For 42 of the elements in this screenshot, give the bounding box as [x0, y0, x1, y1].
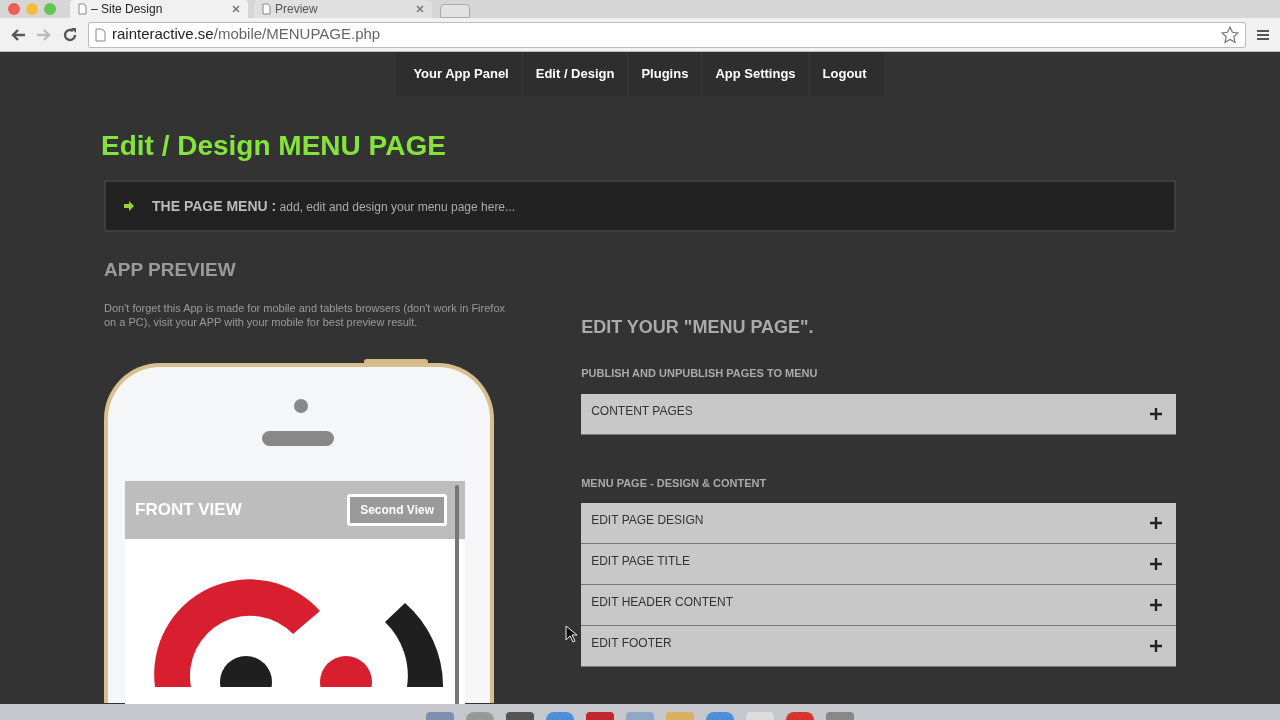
page-icon: [78, 3, 87, 15]
plus-icon: [1150, 407, 1162, 420]
close-tab-icon[interactable]: [416, 5, 424, 13]
page-title: Edit / Design MENU PAGE: [101, 130, 446, 162]
accordion-row[interactable]: EDIT FOOTER: [581, 626, 1176, 667]
nav-link[interactable]: Your App Panel: [400, 52, 523, 96]
speaker-grille: [262, 430, 334, 446]
section-heading: PUBLISH AND UNPUBLISH PAGES TO MENU: [581, 366, 818, 381]
plus-icon: [1150, 517, 1162, 529]
arrow-right-icon: [124, 201, 134, 211]
nav-link[interactable]: App Settings: [702, 52, 810, 96]
plus-icon: [1150, 558, 1162, 570]
mouse-pointer-icon: [565, 625, 577, 643]
editor-title: EDIT YOUR "MENU PAGE".: [581, 316, 814, 339]
nav-link[interactable]: Logout: [809, 52, 880, 96]
close-tab-icon[interactable]: [232, 5, 240, 13]
browser-tab[interactable]: – Site Design: [70, 0, 248, 18]
accordion-row[interactable]: CONTENT PAGES: [581, 393, 1176, 435]
back-icon[interactable]: [10, 27, 26, 42]
accordion-row[interactable]: EDIT PAGE DESIGN: [581, 503, 1176, 544]
camera-icon: [294, 398, 308, 413]
info-text: THE PAGE MENU : add, edit and design your menu page here...: [152, 196, 516, 216]
nav-link[interactable]: Edit / Design: [522, 52, 629, 96]
section-heading: MENU PAGE - DESIGN & CONTENT: [581, 475, 767, 491]
plus-icon: [1150, 640, 1162, 652]
menu-icon[interactable]: [1256, 27, 1270, 42]
page-icon: [95, 27, 106, 42]
section-title: APP PREVIEW: [104, 258, 236, 282]
preview-note: Don't forget this App is made for mobile and tablets browsers (don't work in Firefox on a PC), visit your APP with your mobile for best preview result.: [104, 300, 506, 329]
plus-icon: [1150, 599, 1162, 611]
screen-title: FRONT VIEW: [135, 498, 242, 521]
reload-icon[interactable]: [62, 26, 78, 43]
new-tab-button[interactable]: [440, 4, 470, 18]
address-bar[interactable]: rainteractive.se/mobile/MENUPAGE.php: [88, 21, 1246, 48]
browser-tab[interactable]: Preview: [254, 0, 432, 18]
accordion-row[interactable]: EDIT PAGE TITLE: [581, 544, 1176, 585]
accordion-row[interactable]: EDIT HEADER CONTENT: [581, 585, 1176, 626]
page-icon: [262, 3, 271, 15]
bookmark-star-icon[interactable]: [1221, 25, 1239, 44]
url-text: rainteractive.se/mobile/MENUPAGE.php: [112, 24, 381, 45]
close-window-icon[interactable]: [8, 3, 20, 15]
nav-link[interactable]: Plugins: [628, 52, 703, 96]
